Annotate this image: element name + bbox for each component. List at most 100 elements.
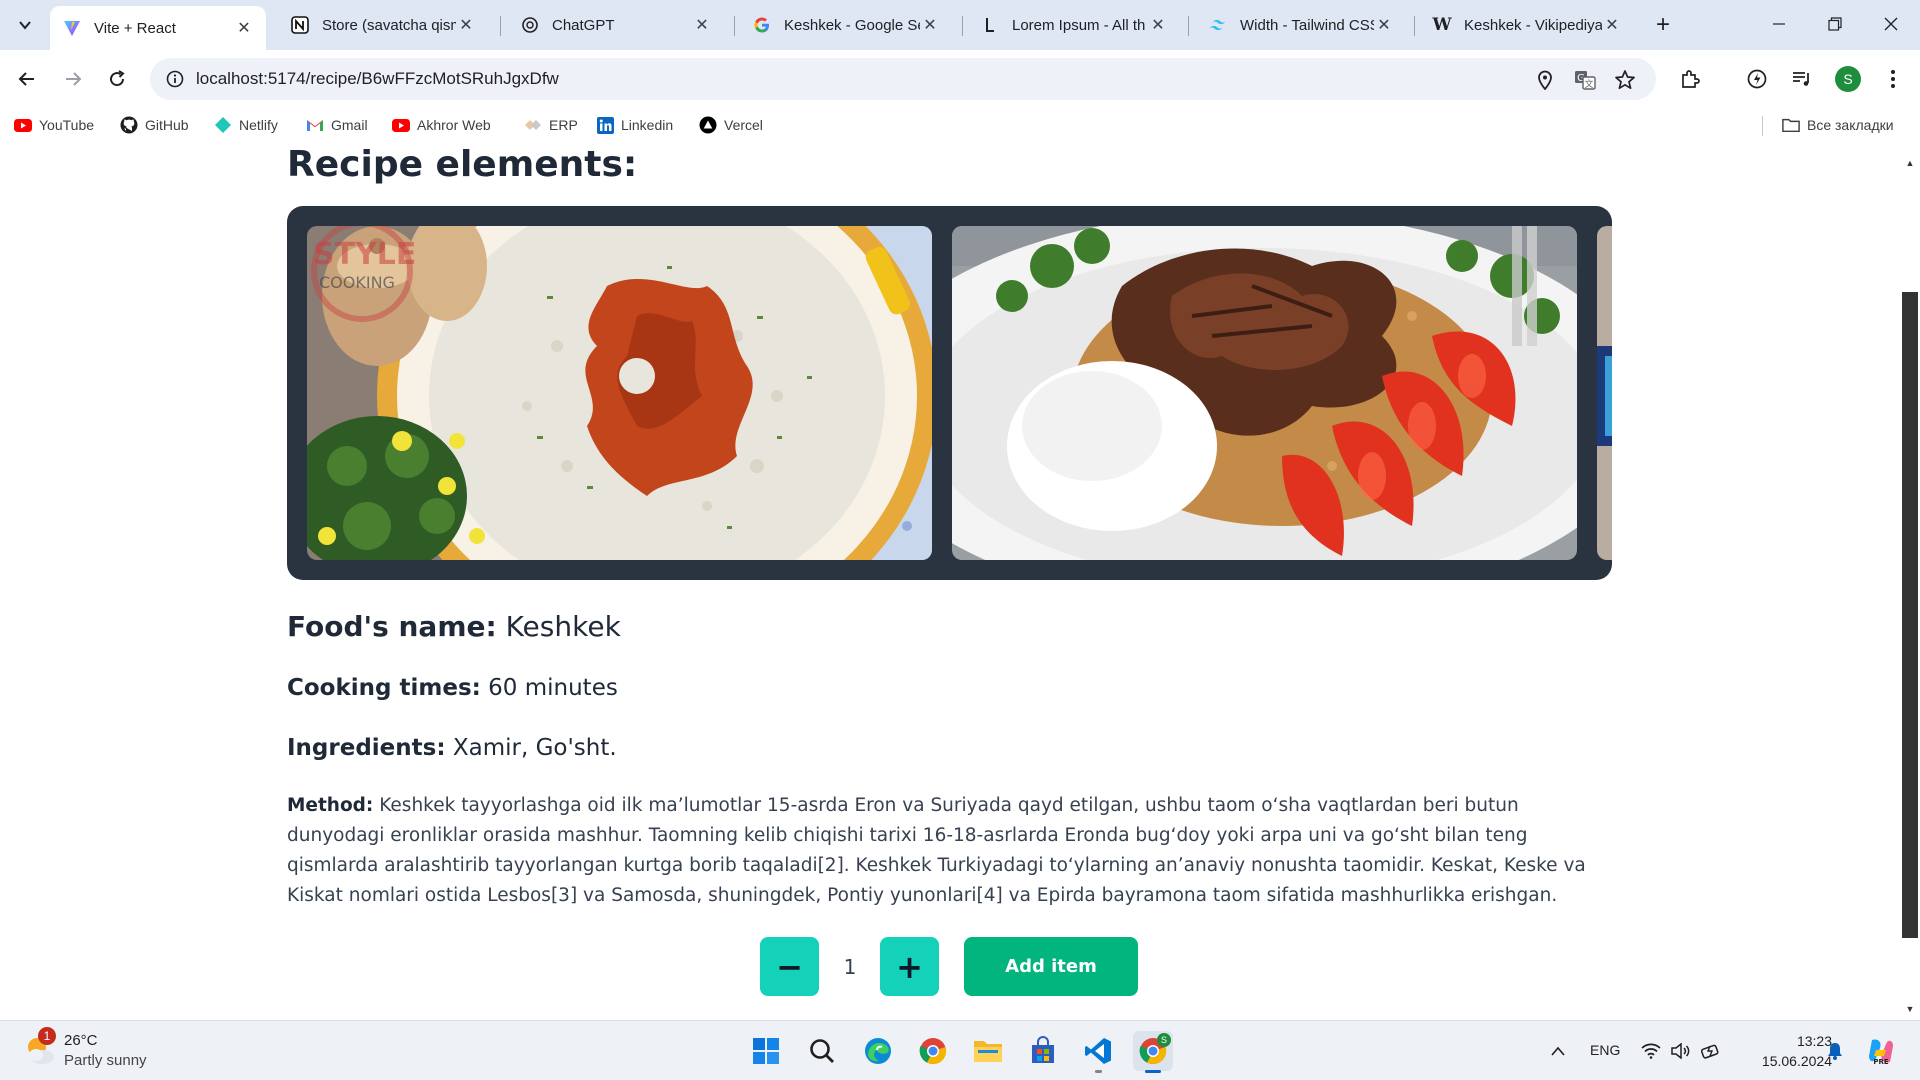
site-info-icon[interactable] [162, 66, 188, 92]
increase-quantity-button[interactable]: + [880, 937, 939, 996]
reload-button[interactable] [100, 62, 134, 96]
bookmark-netlify[interactable]: Netlify [214, 114, 278, 136]
cooking-time-line: Cooking times: 60 minutes [287, 675, 618, 701]
show-hidden-icons[interactable] [1547, 1040, 1569, 1062]
close-icon[interactable]: ✕ [1374, 15, 1394, 35]
notifications-icon[interactable] [1824, 1040, 1846, 1062]
clock-date[interactable]: 15.06.2024 [1744, 1053, 1832, 1069]
close-icon[interactable]: ✕ [1148, 15, 1168, 35]
battery-icon[interactable] [1700, 1040, 1722, 1062]
copilot-icon[interactable]: PRE [1866, 1036, 1896, 1066]
tab-store[interactable]: Store (savatcha qism ✕ [278, 7, 488, 43]
add-item-button[interactable]: Add item [964, 937, 1138, 996]
bookmark-linkedin[interactable]: Linkedin [596, 114, 673, 136]
language-indicator[interactable]: ENG [1590, 1042, 1620, 1058]
tab-separator [734, 16, 735, 36]
tab-title: Lorem Ipsum - All th [1012, 16, 1146, 34]
tab-vite-react[interactable]: Vite + React ✕ [50, 6, 266, 50]
close-icon[interactable]: ✕ [692, 15, 712, 35]
minimize-icon [1773, 23, 1785, 25]
tab-keshkek-google[interactable]: Keshkek - Google Se ✕ [740, 7, 952, 43]
chrome-app[interactable] [913, 1031, 953, 1071]
decrease-quantity-button[interactable]: − [760, 937, 819, 996]
tab-separator [962, 16, 963, 36]
microsoft-store-app[interactable] [1023, 1031, 1063, 1071]
method-text: Keshkek tayyorlashga oid ilk ma’lumotlar… [287, 795, 1586, 906]
close-icon[interactable]: ✕ [1602, 15, 1622, 35]
arrow-right-icon [66, 72, 82, 86]
close-icon[interactable]: ✕ [456, 15, 476, 35]
restore-button[interactable] [1806, 0, 1864, 48]
image-carousel[interactable]: STYLE COOKING [287, 206, 1612, 580]
scroll-up-icon[interactable]: ▲ [1903, 156, 1917, 170]
tab-title: Vite + React [94, 19, 176, 37]
bookmark-label: Linkedin [621, 117, 674, 133]
bookmark-erp[interactable]: ERP [524, 114, 578, 136]
new-tab-button[interactable]: + [1648, 10, 1678, 40]
search-icon [810, 1039, 834, 1063]
chevron-down-icon [19, 21, 31, 30]
bookmark-akhror-web[interactable]: Akhror Web [392, 114, 491, 136]
bookmark-gmail[interactable]: Gmail [306, 114, 368, 136]
back-button[interactable] [10, 62, 44, 96]
media-controls-icon[interactable] [1784, 62, 1818, 96]
gmail-icon [306, 116, 324, 134]
chrome-profile-app[interactable]: S [1133, 1031, 1173, 1073]
translate-icon[interactable]: G文 [1572, 67, 1598, 93]
close-icon[interactable]: ✕ [234, 18, 254, 38]
reload-icon [110, 70, 125, 87]
folder-icon [1782, 116, 1800, 134]
location-pin-icon[interactable] [1532, 67, 1558, 93]
minimize-button[interactable] [1750, 0, 1808, 48]
vscode-app[interactable] [1078, 1031, 1118, 1073]
tab-separator [1188, 16, 1189, 36]
github-icon [120, 116, 138, 134]
weather-description: Partly sunny [64, 1052, 147, 1069]
bookmark-label: YouTube [39, 117, 95, 133]
tab-chatgpt[interactable]: ChatGPT ✕ [508, 7, 724, 43]
extensions-icon[interactable] [1673, 62, 1707, 96]
tab-separator [1414, 16, 1415, 36]
food-name-label: Food's name: [287, 610, 497, 643]
page-viewport: Recipe elements: STYLE COOKING Food's na… [0, 142, 1920, 1020]
wifi-icon[interactable] [1640, 1040, 1662, 1062]
tab-title: Width - Tailwind CSS [1240, 16, 1374, 34]
food-name-value: Keshkek [505, 610, 621, 643]
food-photo-bowl: STYLE COOKING [307, 226, 932, 560]
tab-search-button[interactable] [8, 8, 42, 42]
tab-lorem-ipsum[interactable]: Lorem Ipsum - All th ✕ [968, 7, 1180, 43]
youtube-icon [392, 116, 410, 134]
scrollbar-thumb[interactable] [1902, 292, 1918, 938]
tab-keshkek-wikipedia[interactable]: W Keshkek - Vikipediya ✕ [1420, 7, 1634, 43]
more-menu-icon[interactable] [1876, 62, 1910, 96]
profile-avatar[interactable]: S [1835, 66, 1861, 92]
bookmark-github[interactable]: GitHub [120, 114, 189, 136]
scroll-down-icon[interactable]: ▼ [1903, 1002, 1917, 1016]
bookmark-star-icon[interactable] [1612, 67, 1638, 93]
all-bookmarks-button[interactable]: Все закладки [1782, 114, 1894, 136]
start-button[interactable] [746, 1031, 786, 1071]
forward-button[interactable] [56, 62, 90, 96]
tab-title: ChatGPT [552, 16, 615, 34]
weather-badge: 1 [38, 1027, 56, 1045]
tab-title: Store (savatcha qism [322, 16, 456, 34]
edge-app[interactable] [858, 1031, 898, 1071]
file-explorer-app[interactable] [968, 1031, 1008, 1071]
close-icon[interactable]: ✕ [920, 15, 940, 35]
edge-icon [865, 1038, 891, 1064]
bookmark-vercel[interactable]: Vercel [699, 114, 763, 136]
volume-icon[interactable] [1670, 1040, 1692, 1062]
tab-strip: Vite + React ✕ Store (savatcha qism ✕ Ch… [0, 0, 1920, 50]
address-bar[interactable]: localhost:5174/recipe/B6wFFzcMotSRuhJgxD… [150, 58, 1656, 100]
tab-tailwind[interactable]: Width - Tailwind CSS ✕ [1196, 7, 1406, 43]
bookmark-label: Vercel [724, 117, 763, 133]
url-text[interactable]: localhost:5174/recipe/B6wFFzcMotSRuhJgxD… [196, 69, 559, 89]
tailwind-icon [1208, 15, 1228, 35]
search-button[interactable] [802, 1031, 842, 1071]
bookmark-youtube[interactable]: YouTube [14, 114, 94, 136]
profile-badge: S [1157, 1033, 1171, 1047]
performance-icon[interactable] [1740, 62, 1774, 96]
vercel-icon [699, 116, 717, 134]
wikipedia-icon: W [1432, 15, 1452, 35]
close-window-button[interactable] [1862, 0, 1920, 48]
